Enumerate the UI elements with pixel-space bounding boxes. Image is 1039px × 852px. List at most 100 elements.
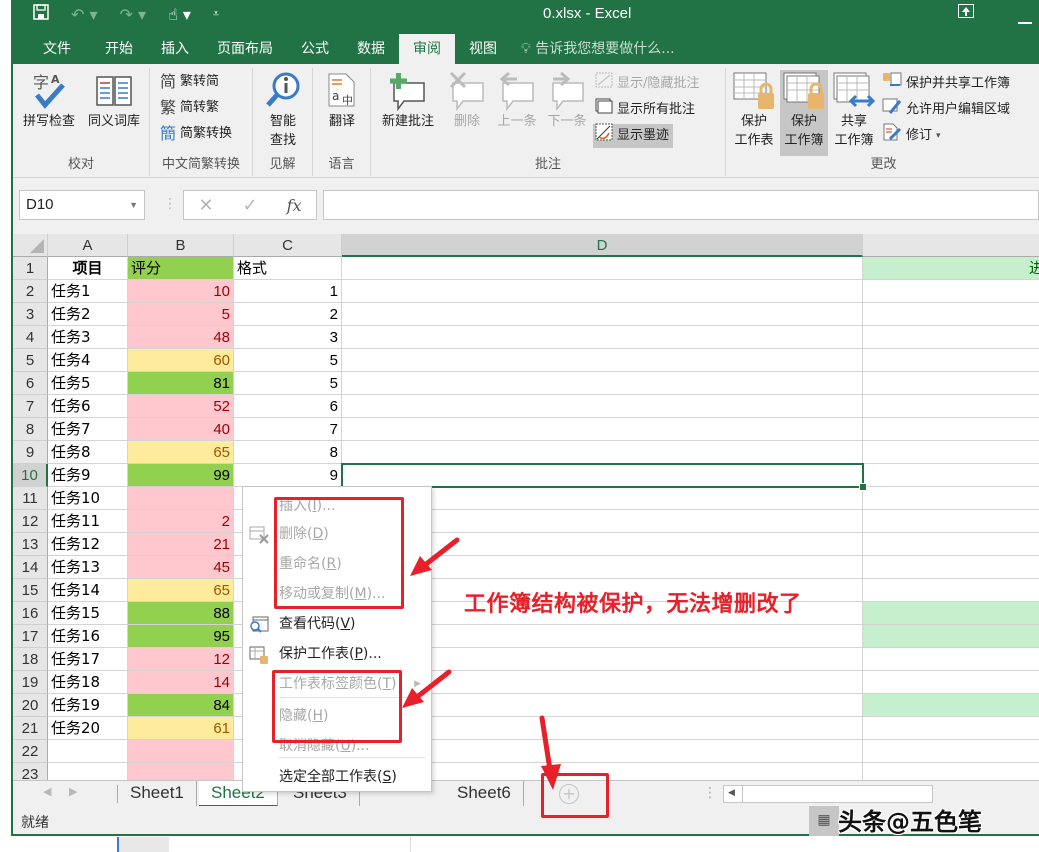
scrollbar-thumb[interactable] <box>742 786 743 802</box>
cell-b14[interactable]: 45 <box>128 556 234 579</box>
touch-mode-icon[interactable]: ☝ ▾ <box>168 5 191 24</box>
cell-b3[interactable]: 5 <box>128 303 234 326</box>
share-workbook-button[interactable]: 共享 工作簿 <box>830 70 878 150</box>
row-header[interactable]: 6 <box>13 372 48 395</box>
next-comment-button[interactable]: 下一条 <box>543 70 591 131</box>
cell-a3[interactable]: 任务2 <box>48 303 128 326</box>
context-menu-item[interactable]: 重命名(R) <box>243 549 431 579</box>
row-header[interactable]: 3 <box>13 303 48 326</box>
translate-button[interactable]: a中 翻译 <box>317 70 367 131</box>
cell-a22[interactable] <box>48 740 128 763</box>
cell-b18[interactable]: 12 <box>128 648 234 671</box>
cell-a1[interactable]: 项目 <box>48 257 128 280</box>
context-menu-item[interactable]: 插入(I)... <box>243 491 431 521</box>
row-header[interactable]: 14 <box>13 556 48 579</box>
cell-b19[interactable]: 14 <box>128 671 234 694</box>
cell-d7[interactable] <box>342 395 863 418</box>
name-box[interactable]: D10 ▼ <box>19 190 145 220</box>
ribbon-display-options-icon[interactable] <box>958 4 974 22</box>
insert-function-icon[interactable]: fx <box>287 196 302 215</box>
add-sheet-button[interactable]: + <box>559 784 579 804</box>
undo-icon[interactable]: ↶ ▾ <box>71 5 98 24</box>
track-changes-button[interactable]: 修订 ▾ <box>882 123 945 148</box>
tab-page-layout[interactable]: 页面布局 <box>203 34 287 64</box>
context-menu-item[interactable]: 保护工作表(P)... <box>243 639 431 669</box>
cell-c10[interactable]: 9 <box>234 464 342 487</box>
cell-a11[interactable]: 任务10 <box>48 487 128 510</box>
cell-c2[interactable]: 1 <box>234 280 342 303</box>
new-comment-button[interactable]: 新建批注 <box>375 70 441 131</box>
row-header[interactable]: 7 <box>13 395 48 418</box>
row-header[interactable]: 4 <box>13 326 48 349</box>
row-header[interactable]: 5 <box>13 349 48 372</box>
spelling-button[interactable]: 字A 拼写检查 <box>17 70 81 131</box>
cell-e10[interactable] <box>863 464 1039 487</box>
cell-e2[interactable] <box>863 280 1039 303</box>
column-header-d[interactable]: D <box>342 234 863 257</box>
cell-e19[interactable] <box>863 671 1039 694</box>
chinese-convert-button[interactable]: 簡 简繁转换 <box>160 122 236 146</box>
row-header[interactable]: 8 <box>13 418 48 441</box>
worksheet-grid[interactable]: A B C D E 1项目评分格式进度2任务11013任务2524任务34835… <box>13 234 1039 780</box>
cell-a9[interactable]: 任务8 <box>48 441 128 464</box>
drag-handle-icon[interactable]: ⋮ <box>163 196 177 212</box>
cell-a15[interactable]: 任务14 <box>48 579 128 602</box>
context-menu-item[interactable]: 工作表标签颜色(T) ▶ <box>243 669 431 699</box>
tab-file[interactable]: 文件 <box>23 34 91 64</box>
column-header-a[interactable]: A <box>48 234 128 257</box>
normal-view-icon[interactable]: ▦ <box>809 806 839 836</box>
cell-e22[interactable] <box>863 740 1039 763</box>
cell-a16[interactable]: 任务15 <box>48 602 128 625</box>
column-header-b[interactable]: B <box>128 234 234 257</box>
minimize-icon[interactable] <box>1018 12 1032 28</box>
cell-b2[interactable]: 10 <box>128 280 234 303</box>
select-all-button[interactable] <box>13 234 48 257</box>
row-header[interactable]: 12 <box>13 510 48 533</box>
cell-d9[interactable] <box>342 441 863 464</box>
cell-d2[interactable] <box>342 280 863 303</box>
cell-a18[interactable]: 任务17 <box>48 648 128 671</box>
row-header[interactable]: 19 <box>13 671 48 694</box>
cell-b4[interactable]: 48 <box>128 326 234 349</box>
row-header[interactable]: 9 <box>13 441 48 464</box>
cell-b22[interactable] <box>128 740 234 763</box>
protect-workbook-button[interactable]: 保护 工作簿 <box>780 70 828 156</box>
cell-b8[interactable]: 40 <box>128 418 234 441</box>
row-header[interactable]: 2 <box>13 280 48 303</box>
horizontal-scrollbar[interactable]: ◀ <box>723 785 933 803</box>
cell-e1[interactable]: 进度 <box>863 257 1039 280</box>
cell-a10[interactable]: 任务9 <box>48 464 128 487</box>
cell-c7[interactable]: 6 <box>234 395 342 418</box>
cell-a21[interactable]: 任务20 <box>48 717 128 740</box>
row-header[interactable]: 16 <box>13 602 48 625</box>
cell-a7[interactable]: 任务6 <box>48 395 128 418</box>
cell-a4[interactable]: 任务3 <box>48 326 128 349</box>
cell-d6[interactable] <box>342 372 863 395</box>
row-header[interactable]: 13 <box>13 533 48 556</box>
tab-data[interactable]: 数据 <box>343 34 399 64</box>
cell-e23[interactable] <box>863 763 1039 780</box>
sheet-tab-sheet6[interactable]: Sheet6 <box>445 781 524 807</box>
cell-e9[interactable] <box>863 441 1039 464</box>
cell-c4[interactable]: 3 <box>234 326 342 349</box>
thesaurus-button[interactable]: 同义词库 <box>83 70 145 131</box>
row-header[interactable]: 23 <box>13 763 48 780</box>
cell-b16[interactable]: 88 <box>128 602 234 625</box>
protect-share-workbook-button[interactable]: 保护并共享工作簿 <box>882 72 1014 96</box>
cell-e12[interactable] <box>863 510 1039 533</box>
cell-a6[interactable]: 任务5 <box>48 372 128 395</box>
cell-a23[interactable] <box>48 763 128 780</box>
cell-e8[interactable] <box>863 418 1039 441</box>
redo-icon[interactable]: ↷ ▾ <box>120 5 147 24</box>
simp-to-trad-button[interactable]: 繁 简转繁 <box>160 96 223 120</box>
row-header[interactable]: 22 <box>13 740 48 763</box>
customize-qat-icon[interactable]: ⩡ <box>213 7 219 21</box>
trad-to-simp-button[interactable]: 简 繁转简 <box>160 70 223 94</box>
show-hide-comment-button[interactable]: 显示/隐藏批注 <box>595 72 703 96</box>
cell-e5[interactable] <box>863 349 1039 372</box>
cell-e14[interactable] <box>863 556 1039 579</box>
cell-b5[interactable]: 60 <box>128 349 234 372</box>
cell-e13[interactable] <box>863 533 1039 556</box>
cell-b7[interactable]: 52 <box>128 395 234 418</box>
cell-a20[interactable]: 任务19 <box>48 694 128 717</box>
